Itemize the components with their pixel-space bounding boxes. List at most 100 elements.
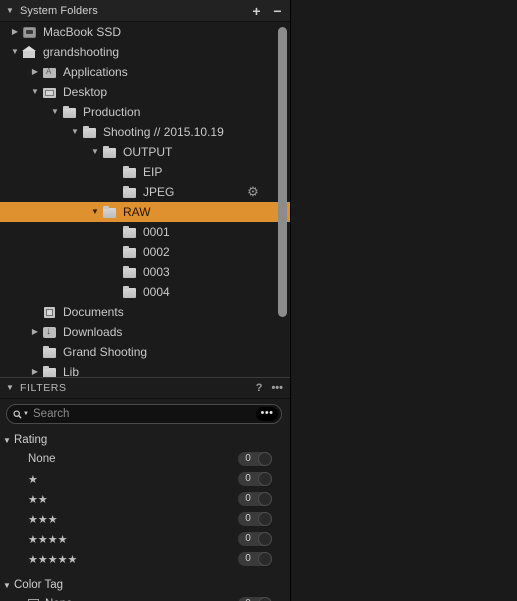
toggle-knob[interactable] [258, 552, 272, 566]
rating-row[interactable]: ★★★ 0 [0, 509, 290, 529]
tree-row[interactable]: ▼ OUTPUT [0, 142, 290, 162]
tree-row-label: Downloads [63, 325, 123, 339]
desktop-icon [42, 86, 58, 99]
tree-row[interactable]: ▶Documents [0, 302, 290, 322]
tree-row[interactable]: ▶ Lib [0, 362, 290, 377]
tree-row[interactable]: ▶ Downloads [0, 322, 290, 342]
browser-canvas[interactable] [292, 0, 517, 601]
help-icon[interactable]: ? [256, 382, 263, 394]
filters-more-icon[interactable]: ••• [271, 382, 283, 394]
count-value: 0 [245, 453, 251, 464]
folder-tree-rows: ▶ MacBook SSD ▼ grandshooting ▶ Applications ▼… [0, 22, 290, 377]
tree-row-label: OUTPUT [123, 145, 173, 159]
rating-label: None [28, 453, 56, 465]
filters-header[interactable]: ▼ FILTERS ? ••• [0, 378, 290, 399]
toggle-knob[interactable] [258, 452, 272, 466]
count-value: 0 [238, 597, 258, 601]
folder-icon [122, 185, 138, 199]
disclosure-open-icon[interactable]: ▼ [88, 208, 102, 216]
tree-row[interactable]: ▶0001 [0, 222, 290, 242]
rating-label: ★★★★ [28, 533, 68, 546]
folder-tree[interactable]: ▶ MacBook SSD ▼ grandshooting ▶ Applications ▼… [0, 22, 290, 377]
filters-title: FILTERS [20, 382, 67, 394]
rating-count-toggle[interactable]: 0 [238, 472, 272, 486]
folder-icon [122, 265, 138, 279]
disclosure-closed-icon[interactable]: ▶ [8, 28, 22, 36]
disclosure-closed-icon[interactable]: ▶ [28, 368, 42, 376]
rating-row[interactable]: ★★ 0 [0, 489, 290, 509]
tree-row[interactable]: ▼ Desktop [0, 82, 290, 102]
tree-row-label: grandshooting [43, 45, 120, 59]
tree-row-label: Lib [63, 365, 80, 377]
disk-icon [22, 26, 38, 39]
rating-count-toggle[interactable]: 0 [238, 512, 272, 526]
count-value: 0 [245, 473, 251, 484]
tree-row[interactable]: ▶JPEG⚙ [0, 182, 290, 202]
rating-row[interactable]: ★★★★ 0 [0, 529, 290, 549]
tree-row[interactable]: ▶EIP [0, 162, 290, 182]
rating-count-toggle[interactable]: 0 [238, 552, 272, 566]
folder-icon [42, 365, 58, 377]
tree-row[interactable]: ▶ MacBook SSD [0, 22, 290, 42]
toggle-knob[interactable] [258, 492, 272, 506]
folder-icon [102, 145, 118, 159]
rating-disclosure-icon[interactable]: ▼ [0, 436, 14, 445]
gear-icon[interactable]: ⚙ [246, 185, 260, 199]
folder-icon [122, 285, 138, 299]
count-value: 0 [245, 553, 251, 564]
toggle-knob[interactable] [258, 532, 272, 546]
home-icon [22, 45, 38, 59]
folder-tree-scrollbar[interactable] [278, 22, 287, 377]
add-folder-button[interactable]: + [250, 4, 263, 18]
color-tag-section-header[interactable]: ▼ Color Tag [0, 576, 290, 594]
tree-row-label: Desktop [63, 85, 108, 99]
remove-folder-button[interactable]: − [271, 4, 284, 18]
disclosure-open-icon[interactable]: ▼ [8, 48, 22, 56]
search-input[interactable] [29, 408, 256, 420]
tree-row[interactable]: ▶0004 [0, 282, 290, 302]
disclosure-open-icon[interactable]: ▼ [68, 128, 82, 136]
rating-count-toggle[interactable]: 0 [238, 452, 272, 466]
system-folders-disclosure-icon[interactable]: ▼ [0, 6, 20, 15]
disclosure-closed-icon[interactable]: ▶ [28, 328, 42, 336]
rating-section-header[interactable]: ▼ Rating [0, 431, 290, 449]
rating-label: ★★★★★ [28, 553, 78, 566]
tree-row-label: MacBook SSD [43, 25, 122, 39]
rating-count-toggle[interactable]: 0 [238, 532, 272, 546]
search-options-button[interactable]: ••• [256, 407, 278, 421]
color-tag-row[interactable]: None0 [0, 594, 290, 601]
disclosure-closed-icon[interactable]: ▶ [28, 68, 42, 76]
tree-row[interactable]: ▶0003 [0, 262, 290, 282]
downloads-icon [42, 325, 58, 339]
tree-row-label: 0002 [143, 245, 170, 259]
tree-row[interactable]: ▼ Shooting // 2015.10.19 [0, 122, 290, 142]
color-tag-disclosure-icon[interactable]: ▼ [0, 581, 14, 590]
rating-row[interactable]: ★ 0 [0, 469, 290, 489]
folder-tree-scroll-thumb[interactable] [278, 27, 287, 317]
rating-count-toggle[interactable]: 0 [238, 492, 272, 506]
count-value: 0 [245, 513, 251, 524]
toggle-knob[interactable] [258, 472, 272, 486]
rating-rows: None 0 ★ 0 ★★ 0 ★★★ 0 ★★★★ 0 ★★★★★ 0 [0, 449, 290, 569]
system-folders-title: System Folders [20, 4, 98, 17]
color-tag-count-toggle[interactable]: 0 [238, 597, 272, 601]
tree-row[interactable]: ▶Grand Shooting [0, 342, 290, 362]
tree-row[interactable]: ▶ Applications [0, 62, 290, 82]
system-folders-header[interactable]: ▼ System Folders + − [0, 0, 290, 22]
rating-row[interactable]: None 0 [0, 449, 290, 469]
filters-disclosure-icon[interactable]: ▼ [0, 384, 20, 392]
rating-row[interactable]: ★★★★★ 0 [0, 549, 290, 569]
search-icon[interactable]: ▼ [13, 409, 29, 420]
toggle-knob[interactable] [258, 597, 272, 601]
disclosure-open-icon[interactable]: ▼ [48, 108, 62, 116]
disclosure-open-icon[interactable]: ▼ [88, 148, 102, 156]
tree-row[interactable]: ▼ grandshooting [0, 42, 290, 62]
color-tag-section-title: Color Tag [14, 579, 64, 591]
search-bar[interactable]: ▼ ••• [6, 404, 282, 424]
tree-row[interactable]: ▼ Production [0, 102, 290, 122]
folder-icon [62, 105, 78, 119]
tree-row[interactable]: ▶0002 [0, 242, 290, 262]
toggle-knob[interactable] [258, 512, 272, 526]
tree-row[interactable]: ▼ RAW [0, 202, 290, 222]
disclosure-open-icon[interactable]: ▼ [28, 88, 42, 96]
